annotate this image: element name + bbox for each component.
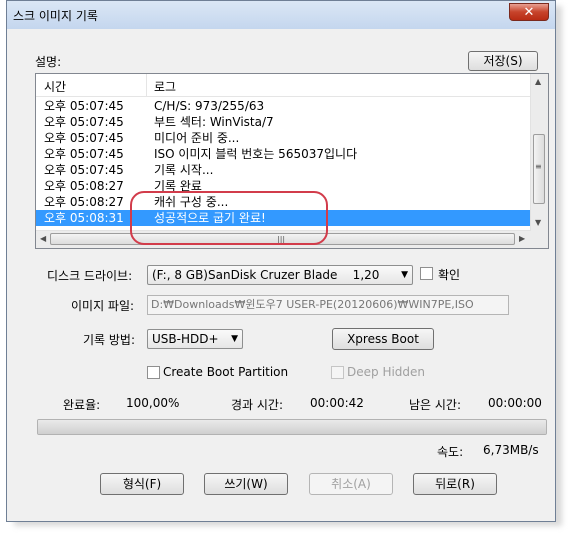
- verify-label: 확인: [438, 268, 461, 282]
- log-row[interactable]: 오후 05:07:45 부트 섹터: WinVista/7: [36, 114, 531, 130]
- title-bar[interactable]: 스크 이미지 기록 ✕: [7, 1, 555, 29]
- drive-select[interactable]: (F:, 8 GB)SanDisk Cruzer Blade 1,20 ▼: [147, 265, 413, 285]
- drive-label: 디스크 드라이브:: [47, 269, 133, 283]
- log-row-message: 미디어 준비 중...: [154, 131, 240, 145]
- image-file-label: 이미지 파일:: [71, 299, 135, 313]
- vertical-scrollbar[interactable]: ▲ ≡ ▼: [530, 74, 548, 232]
- xpress-boot-button[interactable]: Xpress Boot: [332, 328, 434, 350]
- save-button[interactable]: 저장(S): [468, 51, 538, 71]
- log-row-time: 오후 05:07:45: [44, 99, 124, 113]
- verify-checkbox[interactable]: [420, 267, 433, 280]
- grip-icon: ≡: [535, 162, 542, 171]
- log-row-message: 부트 섹터: WinVista/7: [154, 115, 274, 129]
- write-button[interactable]: 쓰기(W): [204, 473, 288, 495]
- remaining-label: 남은 시간:: [409, 398, 462, 412]
- log-row[interactable]: 오후 05:07:45 미디어 준비 중...: [36, 130, 531, 146]
- log-row-time: 오후 05:08:27: [44, 179, 124, 193]
- log-row[interactable]: 오후 05:07:45 C/H/S: 973/255/63: [36, 98, 531, 114]
- log-section-label: 설명:: [35, 55, 62, 69]
- scroll-right-icon[interactable]: ▶: [519, 234, 525, 243]
- deep-hidden-label: Deep Hidden: [347, 365, 426, 379]
- create-boot-partition-checkbox[interactable]: [147, 366, 160, 379]
- deep-hidden-checkbox[interactable]: [331, 366, 344, 379]
- chevron-down-icon: ▼: [231, 334, 238, 344]
- drive-select-value: (F:, 8 GB)SanDisk Cruzer Blade 1,20: [152, 268, 380, 282]
- create-boot-partition-label: Create Boot Partition: [163, 365, 289, 379]
- speed-label: 속도:: [437, 445, 464, 459]
- log-row-time: 오후 05:07:45: [44, 147, 124, 161]
- close-button[interactable]: ✕: [509, 3, 549, 21]
- elapsed-value: 00:00:42: [310, 396, 364, 410]
- speed-value: 6,73MB/s: [483, 443, 539, 457]
- column-header-time[interactable]: 시간: [44, 78, 66, 95]
- log-row[interactable]: 오후 05:07:45 ISO 이미지 블럭 번호는 565037입니다: [36, 146, 531, 162]
- write-method-value: USB-HDD+: [152, 332, 219, 346]
- log-row-message: C/H/S: 973/255/63: [154, 99, 265, 113]
- scroll-down-icon[interactable]: ▼: [535, 218, 541, 227]
- scroll-up-icon[interactable]: ▲: [535, 77, 541, 86]
- highlight-annotation: [130, 191, 328, 245]
- log-row-time: 오후 05:07:45: [44, 115, 124, 129]
- log-row-time: 오후 05:08:31: [44, 211, 124, 225]
- remaining-value: 00:00:00: [488, 396, 542, 410]
- scroll-corner: [531, 231, 548, 248]
- log-row-message: 기록 시작...: [154, 163, 214, 177]
- scroll-left-icon[interactable]: ◀: [40, 234, 46, 243]
- vertical-scroll-thumb[interactable]: ≡: [533, 134, 545, 204]
- window-title: 스크 이미지 기록: [13, 9, 98, 23]
- elapsed-label: 경과 시간:: [231, 398, 284, 412]
- format-button[interactable]: 형식(F): [100, 473, 184, 495]
- progress-bar-fill: [38, 420, 546, 434]
- column-divider[interactable]: [146, 74, 147, 96]
- log-row-message: ISO 이미지 블럭 번호는 565037입니다: [154, 147, 358, 161]
- write-method-label: 기록 방법:: [83, 333, 136, 347]
- progress-bar: [37, 419, 547, 435]
- image-file-field: D:₩Downloads₩윈도우7 USER-PE(20120606)₩WIN7…: [147, 295, 509, 315]
- back-button[interactable]: 뒤로(R): [413, 473, 497, 495]
- log-row-time: 오후 05:07:45: [44, 131, 124, 145]
- column-header-log[interactable]: 로그: [154, 78, 176, 95]
- log-list-header: 시간 로그: [36, 74, 531, 97]
- done-label: 완료율:: [63, 398, 101, 412]
- chevron-down-icon: ▼: [401, 270, 408, 280]
- cancel-button[interactable]: 취소(A): [309, 473, 393, 495]
- log-row[interactable]: 오후 05:07:45 기록 시작...: [36, 162, 531, 178]
- done-value: 100,00%: [126, 396, 180, 410]
- burn-image-dialog: 스크 이미지 기록 ✕ 설명: 저장(S) 시간 로그 오후 05:07:45 C…: [6, 0, 556, 522]
- log-row-time: 오후 05:07:45: [44, 163, 124, 177]
- write-method-select[interactable]: USB-HDD+ ▼: [147, 329, 243, 349]
- log-row-time: 오후 05:08:27: [44, 195, 124, 209]
